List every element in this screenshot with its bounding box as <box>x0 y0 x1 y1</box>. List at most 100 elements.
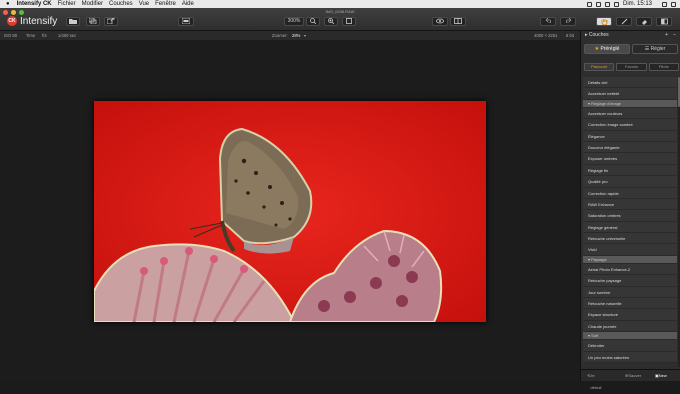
preset-browser-tabs: Parcourir Favoris Pilote <box>584 63 679 71</box>
app-logo: CK <box>7 16 17 26</box>
minimize-window-button[interactable] <box>11 10 16 15</box>
menu-item-fichier[interactable]: Fichier <box>58 0 76 8</box>
search-icon[interactable] <box>662 1 667 7</box>
app-brand: Intensify <box>20 16 58 27</box>
panel-header: ▸ Couches + − <box>581 31 680 39</box>
iso-value: ISO 80 <box>4 33 18 38</box>
zoom-value[interactable]: 28% <box>292 31 300 40</box>
undo-button[interactable] <box>540 17 556 26</box>
adjust-tab[interactable]: ☰ Régler <box>632 44 678 54</box>
zoom-out-button[interactable] <box>306 17 320 26</box>
preset-list-item[interactable]: Chaude journée <box>583 320 677 333</box>
window-controls <box>3 10 24 15</box>
split-view-button[interactable] <box>450 17 466 26</box>
preset-category-header[interactable]: ▾ Soft <box>583 332 677 341</box>
tab-favoris[interactable]: Favoris <box>616 63 647 71</box>
menu-item-fenetre[interactable]: Fenêtre <box>155 0 176 8</box>
save-preset-button[interactable]: ⊕ Sauver <box>625 370 641 382</box>
undo-icon <box>545 17 551 24</box>
wifi-icon[interactable] <box>595 1 601 7</box>
panel-title: Couches <box>588 32 609 38</box>
view-toggle-button[interactable] <box>432 17 448 26</box>
preset-list-item[interactable]: Retouche naturelle <box>583 298 677 310</box>
redo-button[interactable] <box>560 17 576 26</box>
preset-category-header[interactable]: ▾ Paysage <box>583 255 677 264</box>
tab-pilote[interactable]: Pilote <box>648 63 679 71</box>
preset-list-item[interactable]: Débruiter <box>583 340 677 352</box>
preset-list-item[interactable]: Retouche paysage <box>583 275 677 287</box>
preset-list-item[interactable]: Aerial Photo Enhance-2 <box>583 263 677 276</box>
pan-tool-button[interactable] <box>596 17 612 26</box>
zoom-label: Zoomer: <box>272 33 288 38</box>
preset-list-item[interactable]: Accentuer netteté <box>583 88 677 100</box>
preset-tab[interactable]: ★ Préréglé <box>584 44 630 54</box>
export-icon <box>106 17 115 25</box>
star-icon: ★ <box>594 46 600 52</box>
preset-list-item[interactable]: Correction image sombre <box>583 119 677 131</box>
preset-list-item[interactable]: Élégance <box>583 130 677 142</box>
preset-list-item[interactable]: Exposer ombres <box>583 153 677 165</box>
preset-tab-label: Préréglé <box>600 46 620 52</box>
reset-button[interactable]: ⟲ Je détruit <box>587 370 601 390</box>
gradient-tool-button[interactable] <box>656 17 672 26</box>
menu-item-couches[interactable]: Couches <box>109 0 133 8</box>
save-label: Sauver <box>628 373 642 378</box>
preset-list-item[interactable]: Détails ciel <box>583 77 677 89</box>
edited-photo[interactable] <box>94 101 486 322</box>
open-folder-button[interactable] <box>66 17 80 26</box>
brush-icon <box>621 18 627 25</box>
menu-bar: ● Intensify CK Fichier Modifier Couches … <box>0 0 680 8</box>
preset-list-item[interactable]: Accentuer couleurs <box>583 107 677 120</box>
preset-list-item[interactable]: Correction rapide <box>583 187 677 199</box>
preset-list-item[interactable]: Vivid <box>583 244 677 256</box>
remove-layer-icon[interactable]: − <box>673 31 676 39</box>
new-preset-button[interactable]: ▣ New <box>655 370 667 382</box>
volume-icon[interactable] <box>604 1 610 7</box>
bit-depth: 8 bit <box>566 33 574 38</box>
preset-list-item[interactable]: Réglage général <box>583 221 677 234</box>
close-window-button[interactable] <box>3 10 8 15</box>
preset-list-item[interactable]: Douceur élégante <box>583 141 677 154</box>
aperture-value: f/4 <box>42 33 47 38</box>
preset-list-item[interactable]: Espace structuré <box>583 309 677 321</box>
zoom-in-button[interactable] <box>324 17 338 26</box>
preset-list-item[interactable]: Qualité pro <box>583 176 677 188</box>
preset-list-item[interactable]: Réglage fin <box>583 164 677 177</box>
zoom-dropdown-icon[interactable]: ▾ <box>304 31 306 40</box>
add-layer-icon[interactable]: + <box>665 31 668 39</box>
menu-item-vue[interactable]: Vue <box>139 0 149 8</box>
copy-icon <box>88 17 97 25</box>
status-icon[interactable] <box>586 1 592 7</box>
browse-button[interactable] <box>86 17 100 26</box>
preset-list-item[interactable]: RAW Enhance <box>583 198 677 211</box>
eraser-tool-button[interactable] <box>636 17 652 26</box>
tab-parcourir[interactable]: Parcourir <box>584 63 615 71</box>
list-icon[interactable] <box>671 1 676 7</box>
export-button[interactable] <box>104 17 118 26</box>
compare-icon <box>181 17 191 25</box>
split-view-icon <box>454 18 462 24</box>
battery-icon[interactable] <box>613 1 619 7</box>
preset-list-item[interactable]: Retouche universelle <box>583 233 677 245</box>
preset-list-item[interactable]: Jour sombre <box>583 286 677 299</box>
zoom-level-display[interactable]: 300% <box>284 17 304 26</box>
preset-list-item[interactable]: Un peu moins saturées <box>583 351 677 363</box>
time-label: Time <box>26 33 36 38</box>
menu-app-name[interactable]: Intensify CK <box>17 0 52 8</box>
zoom-window-button[interactable] <box>19 10 24 15</box>
brush-tool-button[interactable] <box>616 17 632 26</box>
eraser-icon <box>641 20 647 25</box>
preset-list-item[interactable]: Saturation ombres <box>583 210 677 222</box>
fit-button[interactable] <box>342 17 356 26</box>
gradient-icon <box>660 18 668 25</box>
eye-icon <box>436 18 444 24</box>
compare-button[interactable] <box>178 17 194 26</box>
apple-icon[interactable]: ● <box>6 0 10 8</box>
reset-label: Je détruit <box>590 373 602 390</box>
preset-category-header[interactable]: ▾ Réglage d'image <box>583 99 677 108</box>
new-label: New <box>658 373 667 378</box>
menu-item-aide[interactable]: Aide <box>182 0 194 8</box>
sliders-icon: ☰ <box>644 46 650 52</box>
menu-clock[interactable]: Dim. 15:13 <box>623 0 652 8</box>
menu-item-modifier[interactable]: Modifier <box>82 0 103 8</box>
